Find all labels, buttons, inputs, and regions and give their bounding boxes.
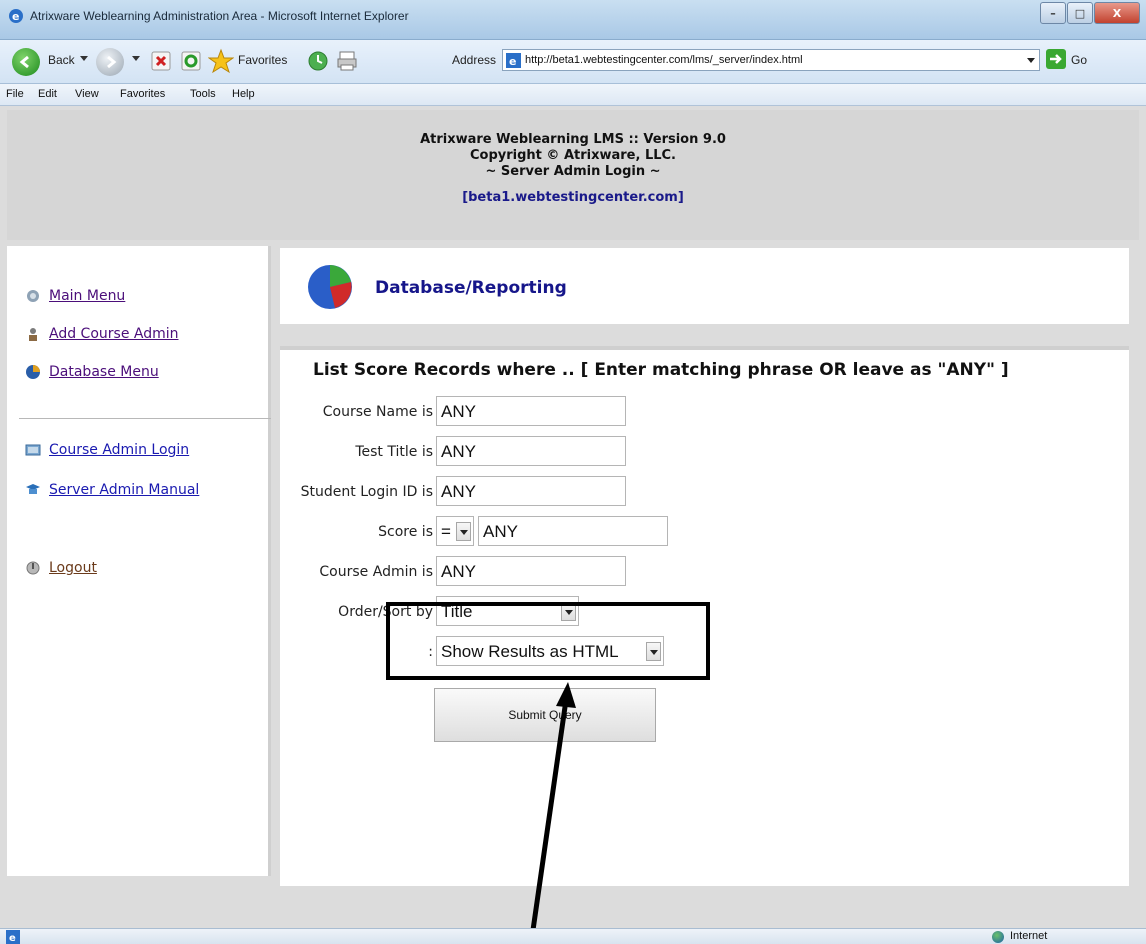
svg-text:e: e — [509, 55, 516, 68]
browser-toolbar: Back Favorites Address e http://beta1.we… — [0, 40, 1146, 84]
svg-text:e: e — [9, 933, 16, 944]
login-subtitle: ~ Server Admin Login ~ — [485, 164, 661, 179]
server-host: [beta1.webtestingcenter.com] — [462, 190, 684, 205]
section-title: Database/Reporting — [375, 278, 567, 298]
address-bar[interactable]: e http://beta1.webtestingcenter.com/lms/… — [502, 49, 1040, 71]
score-operator-value: = — [441, 522, 451, 541]
score-input[interactable]: ANY — [478, 516, 668, 546]
student-login-row: Student Login ID is ANY — [280, 476, 1129, 506]
ie-logo-icon: e — [9, 9, 23, 23]
address-label: Address — [452, 53, 497, 67]
sidebar-item-database-menu[interactable]: Database Menu — [25, 364, 159, 380]
go-arrow-icon — [1050, 54, 1062, 64]
header-banner: Atrixware Weblearning LMS :: Version 9.0… — [7, 110, 1139, 240]
score-label: Score is — [378, 524, 433, 540]
form-heading: List Score Records where .. [ Enter matc… — [313, 360, 1009, 380]
internet-zone-icon — [992, 931, 1004, 943]
minimize-button[interactable]: – — [1040, 2, 1066, 24]
page-content: Atrixware Weblearning LMS :: Version 9.0… — [7, 108, 1146, 928]
refresh-icon[interactable] — [180, 50, 202, 72]
address-dropdown-icon[interactable] — [1027, 58, 1035, 63]
sidebar-item-label[interactable]: Database Menu — [49, 364, 159, 380]
title-bar: e Atrixware Weblearning Administration A… — [0, 0, 1146, 40]
go-label[interactable]: Go — [1071, 53, 1087, 67]
dropdown-arrow-icon[interactable] — [456, 522, 471, 541]
manual-icon — [26, 484, 40, 494]
sidebar: Main Menu Add Course Admin Database Menu… — [7, 246, 271, 876]
forward-arrow-icon — [107, 55, 117, 69]
student-login-label: Student Login ID is — [300, 484, 433, 500]
sidebar-item-label[interactable]: Server Admin Manual — [49, 482, 199, 498]
test-title-label: Test Title is — [355, 444, 433, 460]
product-version: Atrixware Weblearning LMS :: Version 9.0 — [420, 132, 726, 147]
test-title-input[interactable]: ANY — [436, 436, 626, 466]
close-button[interactable]: X — [1094, 2, 1140, 24]
favorites-label[interactable]: Favorites — [238, 53, 287, 67]
main-menu-icon — [27, 290, 39, 302]
forward-dropdown-icon[interactable] — [132, 56, 140, 61]
course-name-row: Course Name is ANY — [280, 396, 1129, 426]
sidebar-item-label[interactable]: Logout — [49, 560, 97, 576]
menu-bar: File Edit View Favorites Tools Help — [0, 84, 1146, 106]
sidebar-item-add-course-admin[interactable]: Add Course Admin — [25, 326, 179, 342]
menu-favorites[interactable]: Favorites — [120, 88, 165, 100]
score-operator-select[interactable]: = — [436, 516, 474, 546]
logout-icon — [26, 561, 40, 575]
add-admin-icon — [29, 328, 37, 341]
login-icon — [25, 444, 41, 456]
page-favicon-icon: e — [506, 53, 521, 68]
status-bar: e Internet — [0, 928, 1146, 944]
sidebar-item-server-admin-manual[interactable]: Server Admin Manual — [25, 482, 199, 498]
window-title: Atrixware Weblearning Administration Are… — [30, 9, 409, 23]
section-header: Database/Reporting — [280, 248, 1129, 324]
back-arrow-icon — [19, 55, 29, 69]
score-row: Score is = ANY — [280, 516, 1129, 546]
sidebar-divider — [19, 418, 271, 419]
security-zone: Internet — [1010, 930, 1048, 942]
stop-icon[interactable] — [150, 50, 172, 72]
menu-view[interactable]: View — [75, 88, 99, 100]
back-dropdown-icon[interactable] — [80, 56, 88, 61]
back-button[interactable] — [12, 48, 40, 76]
address-url[interactable]: http://beta1.webtestingcenter.com/lms/_s… — [525, 54, 803, 66]
print-icon[interactable] — [336, 50, 358, 72]
menu-edit[interactable]: Edit — [38, 88, 57, 100]
sidebar-item-course-admin-login[interactable]: Course Admin Login — [25, 442, 189, 458]
student-login-input[interactable]: ANY — [436, 476, 626, 506]
course-name-label: Course Name is — [322, 404, 433, 420]
sidebar-item-label[interactable]: Add Course Admin — [49, 326, 179, 342]
copyright: Copyright © Atrixware, LLC. — [470, 148, 676, 163]
sidebar-item-label[interactable]: Course Admin Login — [49, 442, 189, 458]
back-label[interactable]: Back — [48, 53, 75, 67]
history-icon[interactable] — [307, 50, 329, 72]
course-admin-input[interactable]: ANY — [436, 556, 626, 586]
maximize-button[interactable]: □ — [1067, 2, 1093, 24]
menu-file[interactable]: File — [6, 88, 24, 100]
database-icon — [26, 365, 40, 379]
go-button[interactable] — [1046, 49, 1066, 69]
menu-help[interactable]: Help — [232, 88, 255, 100]
annotation-highlight-box — [386, 602, 710, 680]
sidebar-item-logout[interactable]: Logout — [25, 560, 97, 576]
forward-button[interactable] — [96, 48, 124, 76]
course-admin-row: Course Admin is ANY — [280, 556, 1129, 586]
favorites-star-icon[interactable] — [208, 48, 234, 74]
sidebar-item-label[interactable]: Main Menu — [49, 288, 125, 304]
database-reporting-icon — [308, 265, 352, 309]
sidebar-item-main-menu[interactable]: Main Menu — [25, 288, 125, 304]
course-name-input[interactable]: ANY — [436, 396, 626, 426]
submit-query-button[interactable]: Submit Query — [434, 688, 656, 742]
svg-text:e: e — [12, 10, 19, 23]
test-title-row: Test Title is ANY — [280, 436, 1129, 466]
page-status-icon: e — [6, 930, 20, 944]
menu-tools[interactable]: Tools — [190, 88, 216, 100]
course-admin-label: Course Admin is — [319, 564, 433, 580]
